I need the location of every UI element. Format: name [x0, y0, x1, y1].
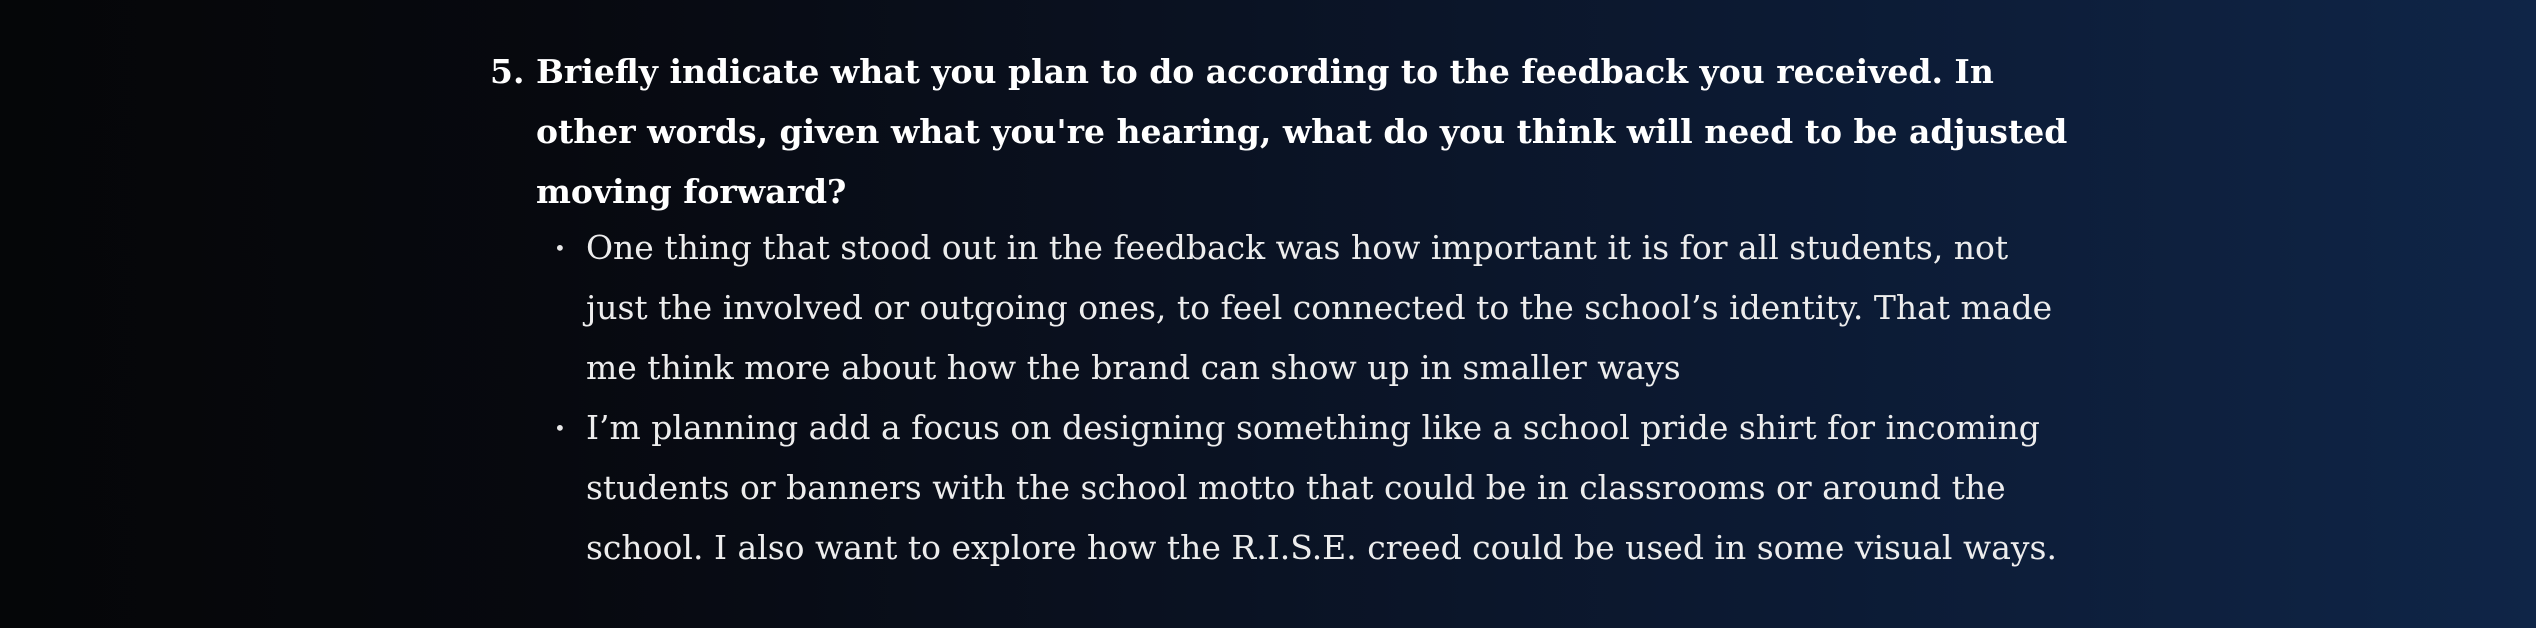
- answer-text: I’m planning add a focus on designing so…: [586, 408, 2057, 567]
- question-number: 5.: [490, 52, 525, 91]
- bullet-icon: •: [554, 236, 566, 260]
- answer-text: One thing that stood out in the feedback…: [586, 228, 2053, 387]
- slide-page: 5. Briefly indicate what you plan to do …: [0, 0, 2536, 628]
- answer-item: • One thing that stood out in the feedba…: [548, 218, 2068, 398]
- answer-item: • I’m planning add a focus on designing …: [548, 398, 2068, 578]
- answer-list: • One thing that stood out in the feedba…: [548, 218, 2068, 578]
- question-item: 5. Briefly indicate what you plan to do …: [490, 42, 2090, 222]
- question-text: Briefly indicate what you plan to do acc…: [536, 52, 2068, 211]
- bullet-icon: •: [554, 416, 566, 440]
